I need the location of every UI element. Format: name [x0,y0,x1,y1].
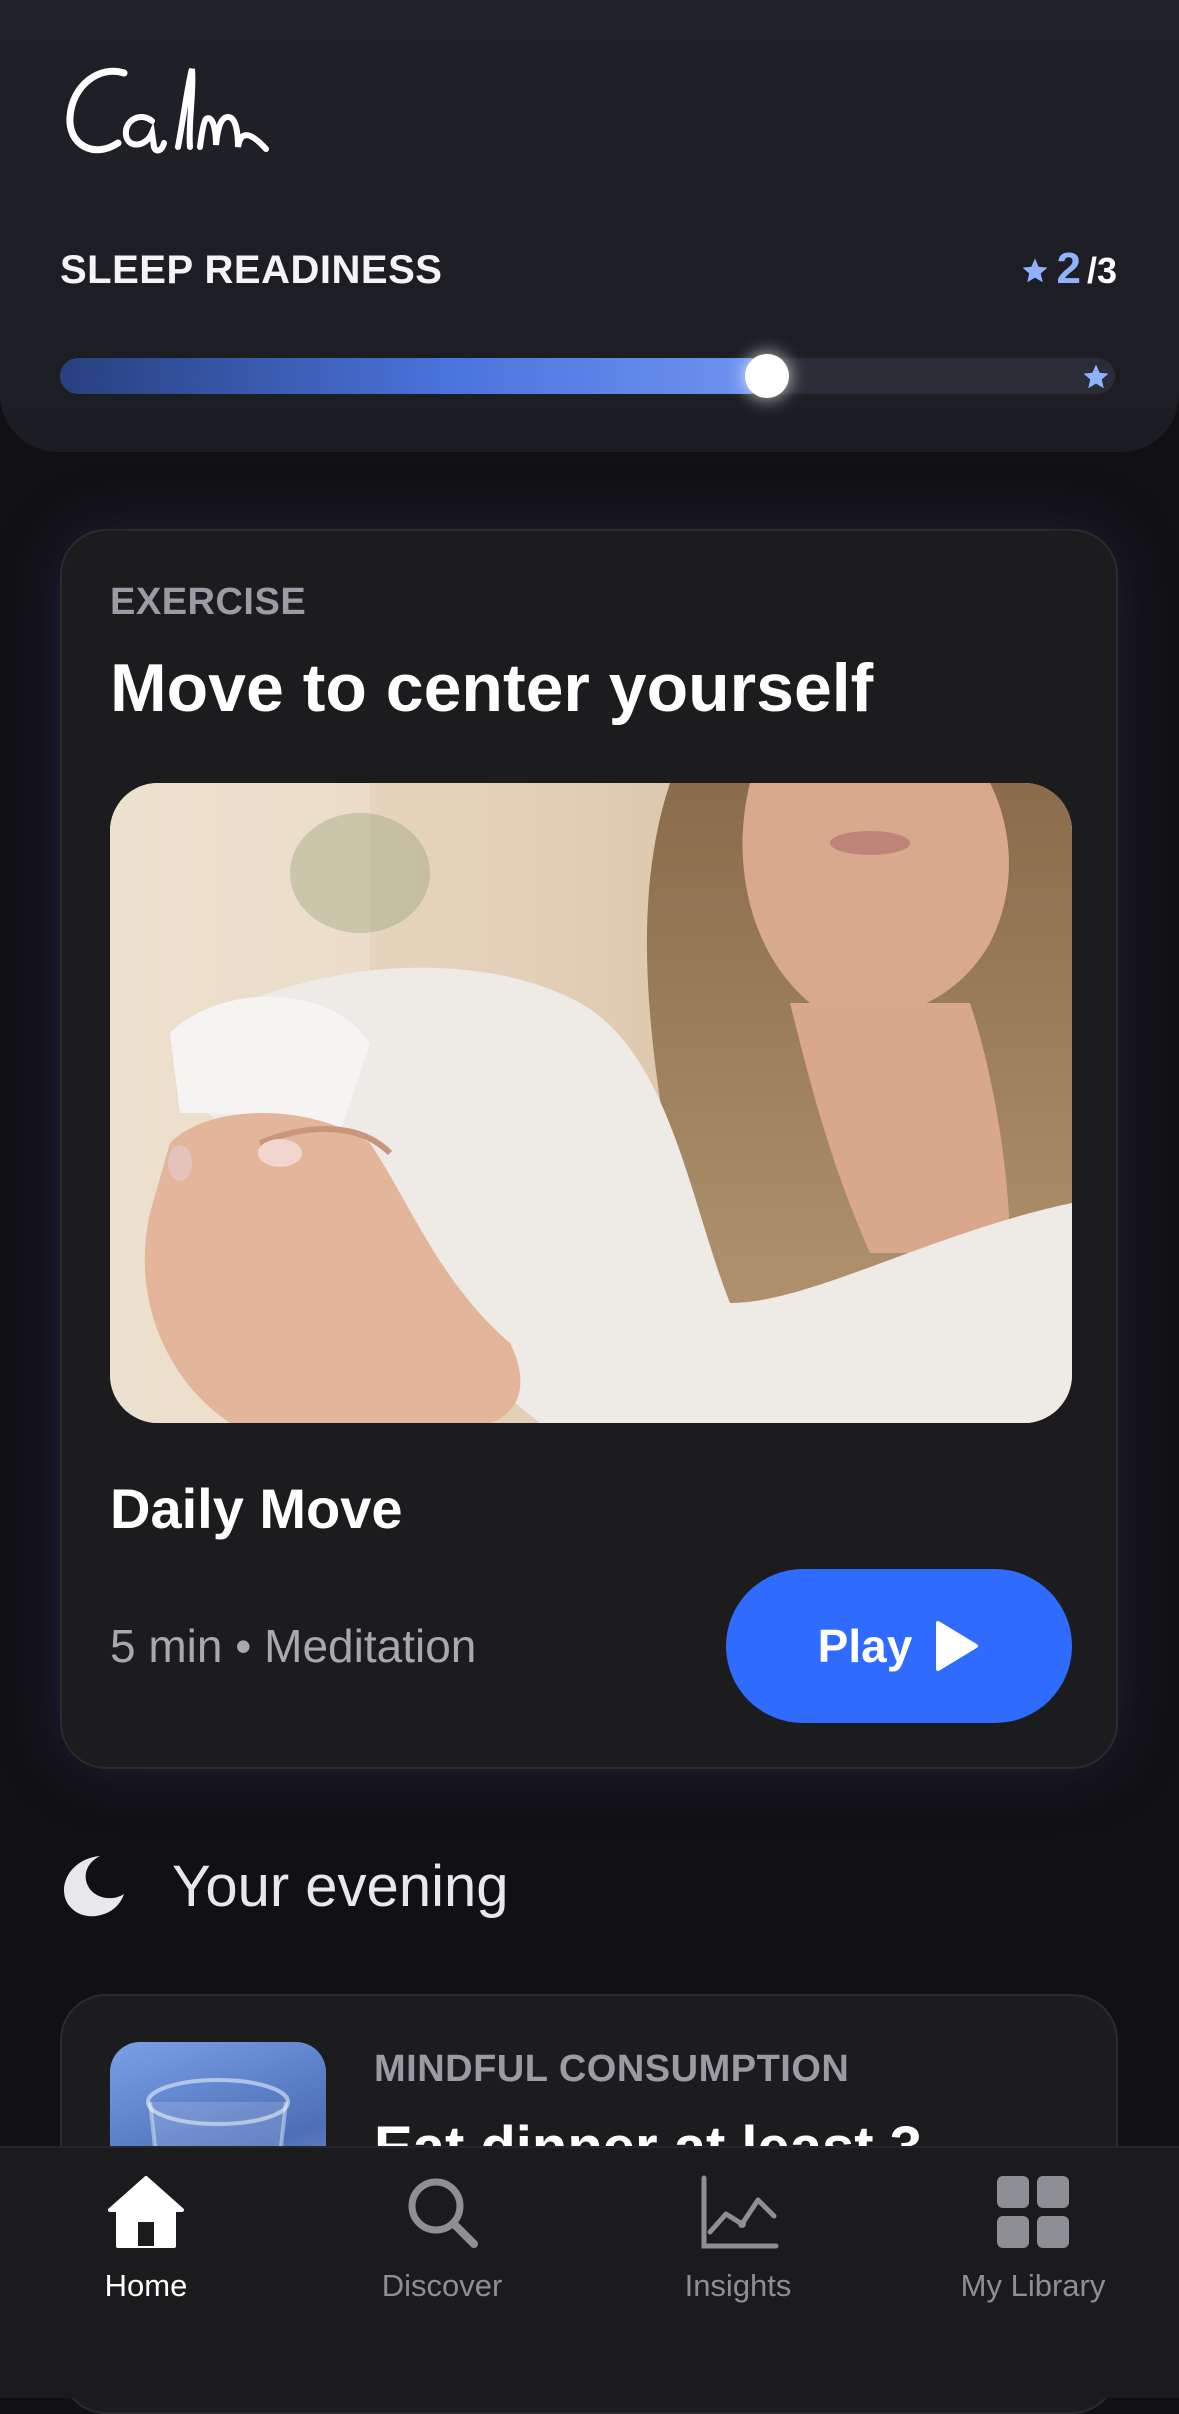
tab-label: Discover [381,2268,503,2303]
tab-label: My Library [960,2268,1106,2303]
card-title: Move to center yourself [110,650,874,726]
sleep-readiness-panel: SLEEP READINESS 2 /3 [0,0,1179,452]
tab-home[interactable]: Home [16,2170,276,2320]
grid-icon [997,2176,1069,2248]
search-icon [408,2178,478,2248]
session-meta: 5 min • Meditation [110,1620,477,1672]
progress-knob [744,354,789,398]
goal-star-icon [1083,364,1109,389]
moon-icon [64,1856,124,1917]
sleep-readiness-progress [60,354,1115,398]
card-eyebrow: EXERCISE [110,581,307,623]
evening-section-header: Your evening [60,1852,508,1920]
session-title: Daily Move [110,1477,403,1540]
photo-woman-stretching-icon [110,783,1072,1423]
tab-insights[interactable]: Insights [608,2170,868,2320]
star-icon [1022,258,1048,283]
play-button-label: Play [817,1620,913,1672]
sleep-readiness-score: 2 /3 [1020,244,1117,294]
exercise-card[interactable]: EXERCISE Move to center yourself Daily M… [60,529,1118,1769]
score-value: 2 [1056,244,1081,293]
tab-label: Home [104,2268,188,2303]
sleep-readiness-label: SLEEP READINESS [60,248,443,292]
exercise-photo[interactable] [110,783,1072,1423]
calm-logo [66,67,269,154]
chart-icon [701,2175,779,2249]
score-total: /3 [1086,250,1117,291]
card-eyebrow: MINDFUL CONSUMPTION [374,2048,850,2090]
play-button[interactable]: Play [726,1569,1072,1723]
tab-my-library[interactable]: My Library [903,2170,1163,2320]
tab-label: Insights [684,2268,792,2303]
evening-label: Your evening [172,1853,509,1919]
play-icon [936,1621,979,1671]
progress-fill [60,358,767,394]
bottom-tab-bar: Home Discover Insights My Library [0,2146,1179,2398]
home-icon [108,2176,184,2248]
tab-discover[interactable]: Discover [312,2170,572,2320]
